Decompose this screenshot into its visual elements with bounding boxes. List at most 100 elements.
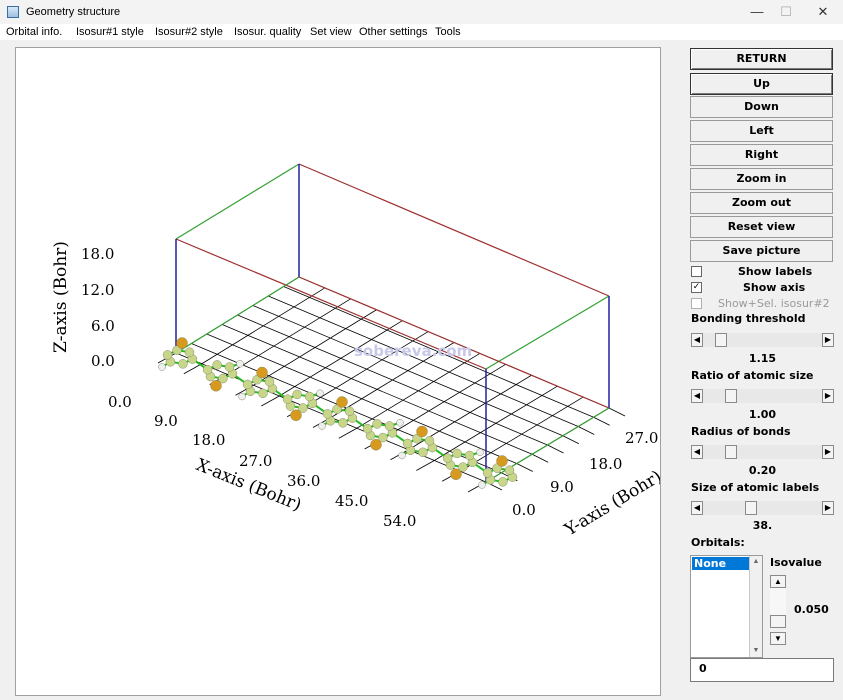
grid-tick <box>516 463 533 472</box>
window-title: Geometry structure <box>26 6 121 18</box>
slider-thumb[interactable] <box>725 445 737 459</box>
reset-view-button[interactable]: Reset view <box>690 216 833 238</box>
ratio-atomic-size-slider[interactable]: ◀ ▶ <box>691 389 834 403</box>
radius-bonds-slider[interactable]: ◀ ▶ <box>691 445 834 459</box>
carbon-atom <box>402 438 413 449</box>
slider-thumb[interactable] <box>725 389 737 403</box>
z-axis-label: Z-axis (Bohr) <box>51 241 71 353</box>
menu-isosur-quality[interactable]: Isosur. quality <box>234 26 301 38</box>
carbon-atom <box>162 350 173 360</box>
watermark-text: sobereva.com <box>354 342 472 360</box>
right-button[interactable]: Right <box>690 144 833 166</box>
isovalue-down-arrow-icon[interactable]: ▼ <box>770 632 786 645</box>
scroll-left-arrow-icon[interactable]: ◀ <box>691 389 703 403</box>
show-labels-checkbox[interactable]: Show labels <box>691 265 834 279</box>
carbon-atom <box>178 359 188 369</box>
close-button[interactable]: ✕ <box>806 0 840 24</box>
y-tick: 27.0 <box>625 429 658 447</box>
molecule-viewport[interactable]: sobereva.com 18.0 12.0 6.0 0.0 Z-axis (B… <box>15 47 661 696</box>
y-tick: 0.0 <box>512 501 536 519</box>
scroll-up-arrow-icon[interactable]: ▲ <box>750 556 762 568</box>
scroll-right-arrow-icon[interactable]: ▶ <box>822 333 834 347</box>
checkbox-box[interactable]: ✓ <box>691 282 702 293</box>
sulfur-atom <box>210 380 222 392</box>
sulfur-atom <box>256 366 268 379</box>
sulfur-atom <box>290 409 302 421</box>
maximize-button[interactable]: ☐ <box>769 0 803 24</box>
isovalue-scroll-track[interactable] <box>770 588 786 615</box>
x-tick: 18.0 <box>192 431 225 449</box>
radius-bonds-label: Radius of bonds <box>691 425 791 438</box>
return-button[interactable]: RETURN <box>690 48 833 70</box>
isovalue-thumb[interactable] <box>770 615 786 628</box>
grid-tick <box>531 453 549 463</box>
checkbox-box[interactable] <box>691 298 702 309</box>
save-picture-button[interactable]: Save picture <box>690 240 833 262</box>
molecule-3d-plot[interactable]: sobereva.com 18.0 12.0 6.0 0.0 Z-axis (B… <box>16 48 660 695</box>
carbon-atom <box>442 453 453 463</box>
carbon-atom <box>184 347 195 357</box>
menu-orbital-info[interactable]: Orbital info. <box>6 26 62 38</box>
menu-bar: Orbital info. Isosur#1 style Isosur#2 st… <box>0 24 843 40</box>
menu-set-view[interactable]: Set view <box>310 26 352 38</box>
menu-tools[interactable]: Tools <box>435 26 461 38</box>
carbon-atom <box>282 394 293 404</box>
slider-thumb[interactable] <box>745 501 757 515</box>
x-tick: 54.0 <box>383 512 416 530</box>
z-tick: 12.0 <box>81 281 114 299</box>
carbon-atom <box>304 391 315 402</box>
list-item-selected[interactable]: None <box>692 557 750 570</box>
z-tick: 6.0 <box>91 317 115 335</box>
hydrogen-atom <box>398 451 406 460</box>
carbon-atom <box>212 360 222 370</box>
scroll-right-arrow-icon[interactable]: ▶ <box>822 445 834 459</box>
x-tick: 27.0 <box>239 452 272 470</box>
scroll-left-arrow-icon[interactable]: ◀ <box>691 333 703 347</box>
down-button[interactable]: Down <box>690 96 833 118</box>
orbitals-list-scrollbar[interactable]: ▲ ▼ <box>749 556 762 657</box>
scroll-down-arrow-icon[interactable]: ▼ <box>750 645 762 657</box>
up-button[interactable]: Up <box>690 73 833 95</box>
isovalue-value: 0.050 <box>794 603 829 616</box>
zoom-in-button[interactable]: Zoom in <box>690 168 833 190</box>
grid-tick <box>416 460 435 471</box>
zoom-out-button[interactable]: Zoom out <box>690 192 833 214</box>
carbon-atom <box>292 389 302 400</box>
orbitals-listbox[interactable]: None ▲ ▼ <box>690 555 763 658</box>
scroll-right-arrow-icon[interactable]: ▶ <box>822 389 834 403</box>
carbon-atom <box>424 435 435 446</box>
carbon-atom <box>338 418 348 428</box>
checkbox-box[interactable] <box>691 266 702 277</box>
size-atomic-labels-label: Size of atomic labels <box>691 481 820 494</box>
orbital-index-input[interactable]: 0 <box>690 658 834 682</box>
x-tick: 0.0 <box>108 393 132 411</box>
carbon-atom <box>452 448 462 459</box>
sulfur-atom <box>450 468 462 480</box>
radius-bonds-value: 0.20 <box>748 464 777 477</box>
y-tick: 9.0 <box>550 478 574 496</box>
z-tick: 0.0 <box>91 352 115 370</box>
carbon-atom <box>258 388 268 399</box>
scroll-right-arrow-icon[interactable]: ▶ <box>822 501 834 515</box>
x-tick: 36.0 <box>287 472 320 490</box>
sulfur-atom <box>370 439 382 451</box>
show-sel-isosur2-checkbox[interactable]: Show+Sel. isosur#2 <box>691 297 834 311</box>
carbon-atom <box>482 468 493 478</box>
menu-isosur2-style[interactable]: Isosur#2 style <box>155 26 223 38</box>
scroll-left-arrow-icon[interactable]: ◀ <box>691 445 703 459</box>
carbon-atom <box>418 447 428 458</box>
grid-tick <box>608 407 626 417</box>
grid-tick <box>562 435 580 445</box>
isovalue-up-arrow-icon[interactable]: ▲ <box>770 575 786 588</box>
bonding-threshold-slider[interactable]: ◀ ▶ <box>691 333 834 347</box>
menu-other-settings[interactable]: Other settings <box>359 26 427 38</box>
show-axis-checkbox[interactable]: ✓ Show axis <box>691 281 834 295</box>
slider-thumb[interactable] <box>715 333 727 347</box>
menu-isosur1-style[interactable]: Isosur#1 style <box>76 26 144 38</box>
scroll-left-arrow-icon[interactable]: ◀ <box>691 501 703 515</box>
grid-tick <box>338 427 358 439</box>
left-button[interactable]: Left <box>690 120 833 142</box>
size-atomic-labels-slider[interactable]: ◀ ▶ <box>691 501 834 515</box>
bonding-threshold-label: Bonding threshold <box>691 312 806 325</box>
orbitals-label: Orbitals: <box>691 536 745 549</box>
